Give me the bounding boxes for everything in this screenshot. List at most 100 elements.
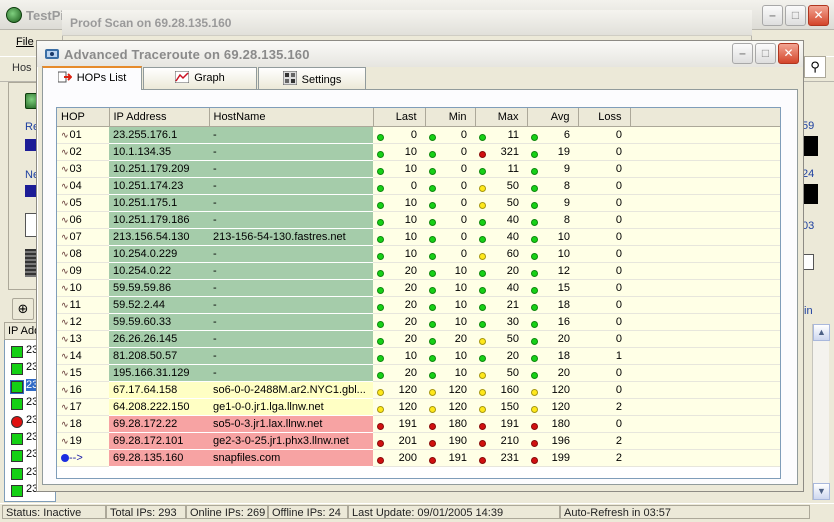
table-row[interactable]: ∿ 03 10.251.179.209-10 0 11 9 0	[57, 160, 780, 178]
tab-settings[interactable]: Settings	[258, 67, 366, 89]
loss-cell: 0	[578, 262, 630, 280]
traceroute-minimize-button[interactable]: –	[732, 43, 753, 64]
hostname-cell: ge2-3-0-25.jr1.phx3.llnw.net	[209, 432, 373, 450]
host-online-icon	[11, 433, 23, 445]
status-dot-icon	[479, 422, 486, 430]
hop-icon: ∿	[61, 384, 68, 395]
traceroute-close-button[interactable]: ✕	[778, 43, 799, 64]
table-row[interactable]: ∿ 06 10.251.179.186-10 0 40 8 0	[57, 211, 780, 229]
scroll-up-icon[interactable]: ▲	[813, 324, 830, 341]
min-cell: 10	[425, 262, 475, 280]
col-header-host[interactable]: HostName	[209, 108, 374, 127]
last-value: 20	[404, 264, 417, 277]
col-header-min[interactable]: Min	[425, 108, 476, 127]
col-header-max[interactable]: Max	[475, 108, 528, 127]
traceroute-maximize-button[interactable]: □	[755, 43, 776, 64]
table-row[interactable]: ∿ 18 69.28.172.22 so5-0-3.jr1.lax.llnw.net 1…	[57, 415, 780, 433]
table-row[interactable]: ∿ 16 67.17.64.158 so6-0-0-2488M.ar2.NYC1.gb…	[57, 381, 780, 399]
avg-cell: 199	[527, 449, 578, 467]
table-row[interactable]: ∿ 15 195.166.31.129-20 10 50 20 0	[57, 364, 780, 382]
table-row[interactable]: ∿ 02 10.1.134.35-10 0 321 19 0	[57, 143, 780, 161]
row-filler	[630, 126, 780, 144]
table-row[interactable]: ∿ 19 69.28.172.101 ge2-3-0-25.jr1.phx3.llnw…	[57, 432, 780, 450]
last-cell: 20	[373, 279, 425, 297]
last-value: 120	[398, 400, 417, 413]
main-maximize-button[interactable]: □	[785, 5, 806, 26]
status-dot-icon	[479, 235, 486, 243]
min-value: 10	[454, 264, 467, 277]
status-dot-icon	[479, 286, 486, 294]
zoom-icon[interactable]: ⚲	[804, 56, 826, 78]
col-header-loss[interactable]: Loss	[578, 108, 631, 127]
vertical-scrollbar[interactable]: ▲ ▼	[812, 324, 830, 500]
table-row[interactable]: ∿ 12 59.59.60.33-20 10 30 16 0	[57, 313, 780, 331]
min-cell: 0	[425, 211, 475, 229]
table-row[interactable]: ∿ 14 81.208.50.57-10 10 20 18 1	[57, 347, 780, 365]
right-panel: 59 24 03	[802, 82, 832, 290]
tab-graph[interactable]: Graph	[143, 67, 257, 89]
table-row[interactable]: ∿ 13 26.26.26.145-20 20 50 20 0	[57, 330, 780, 348]
table-row[interactable]: --> 69.28.135.160 snapfiles.com 200 191 231 19…	[57, 449, 780, 467]
status-dot-icon	[429, 235, 436, 243]
hop-cell: ∿ 10	[57, 279, 109, 297]
status-dot-icon	[429, 371, 436, 379]
hostname-cell: -	[209, 330, 373, 348]
last-value: 120	[398, 383, 417, 396]
hop-cell: ∿ 12	[57, 313, 109, 331]
min-value: 190	[448, 434, 467, 447]
last-cell: 200	[373, 449, 425, 467]
col-header-last[interactable]: Last	[373, 108, 426, 127]
max-cell: 60	[475, 245, 527, 263]
hop-icon: ∿	[61, 197, 68, 208]
max-cell: 210	[475, 432, 527, 450]
ip-address-cell: 59.52.2.44	[109, 296, 209, 314]
ip-address-cell: 69.28.172.101	[109, 432, 209, 450]
table-row[interactable]: ∿ 09 10.254.0.22-20 10 20 12 0	[57, 262, 780, 280]
col-header-hop[interactable]: HOP	[57, 108, 110, 127]
settings-icon	[282, 70, 298, 88]
col-header-avg[interactable]: Avg	[527, 108, 579, 127]
hosts-tab[interactable]: Hos	[12, 62, 32, 74]
hop-icon: ∿	[61, 401, 68, 412]
table-row[interactable]: ∿ 07 213.156.54.130 213-156-54-130.fastres.…	[57, 228, 780, 246]
row-filler	[630, 296, 780, 314]
max-cell: 30	[475, 313, 527, 331]
avg-value: 8	[563, 179, 570, 192]
main-close-button[interactable]: ✕	[808, 5, 829, 26]
hop-number: 08	[69, 247, 82, 260]
max-value: 50	[506, 366, 519, 379]
table-row[interactable]: ∿ 01 23.255.176.1-0 0 11 6 0	[57, 126, 780, 144]
last-value: 0	[410, 179, 417, 192]
hop-icon: ∿	[61, 350, 68, 361]
scroll-down-icon[interactable]: ▼	[813, 483, 830, 500]
last-cell: 10	[373, 160, 425, 178]
zoom-in-icon[interactable]: ⊕	[12, 298, 34, 320]
avg-cell: 19	[527, 143, 578, 161]
status-dot-icon	[377, 337, 384, 345]
avg-value: 9	[563, 162, 570, 175]
table-row[interactable]: ∿ 11 59.52.2.44-20 10 21 18 0	[57, 296, 780, 314]
status-dot-icon	[377, 405, 384, 413]
last-cell: 10	[373, 228, 425, 246]
table-row[interactable]: ∿ 04 10.251.174.23-0 0 50 8 0	[57, 177, 780, 195]
hop-cell: ∿ 14	[57, 347, 109, 365]
status-dot-icon	[531, 218, 538, 226]
table-row[interactable]: ∿ 10 59.59.59.86-20 10 40 15 0	[57, 279, 780, 297]
col-header-ip[interactable]: IP Address	[109, 108, 210, 127]
table-row[interactable]: ∿ 17 64.208.222.150 ge1-0-0.jr1.lga.llnw.ne…	[57, 398, 780, 416]
last-cell: 10	[373, 194, 425, 212]
hop-icon: ∿	[61, 418, 68, 429]
menu-file[interactable]: File	[16, 36, 34, 48]
tab-hops-list[interactable]: HOPs List	[42, 66, 142, 90]
main-minimize-button[interactable]: –	[762, 5, 783, 26]
status-dot-icon	[531, 320, 538, 328]
status-dot-icon	[531, 371, 538, 379]
hostname-cell: -	[209, 279, 373, 297]
table-row[interactable]: ∿ 08 10.254.0.229-10 0 60 10 0	[57, 245, 780, 263]
status-dot-icon	[531, 354, 538, 362]
status-dot-icon	[377, 456, 384, 464]
status-dot-icon	[429, 303, 436, 311]
min-cell: 0	[425, 194, 475, 212]
status-dot-icon	[479, 337, 486, 345]
table-row[interactable]: ∿ 05 10.251.175.1-10 0 50 9 0	[57, 194, 780, 212]
